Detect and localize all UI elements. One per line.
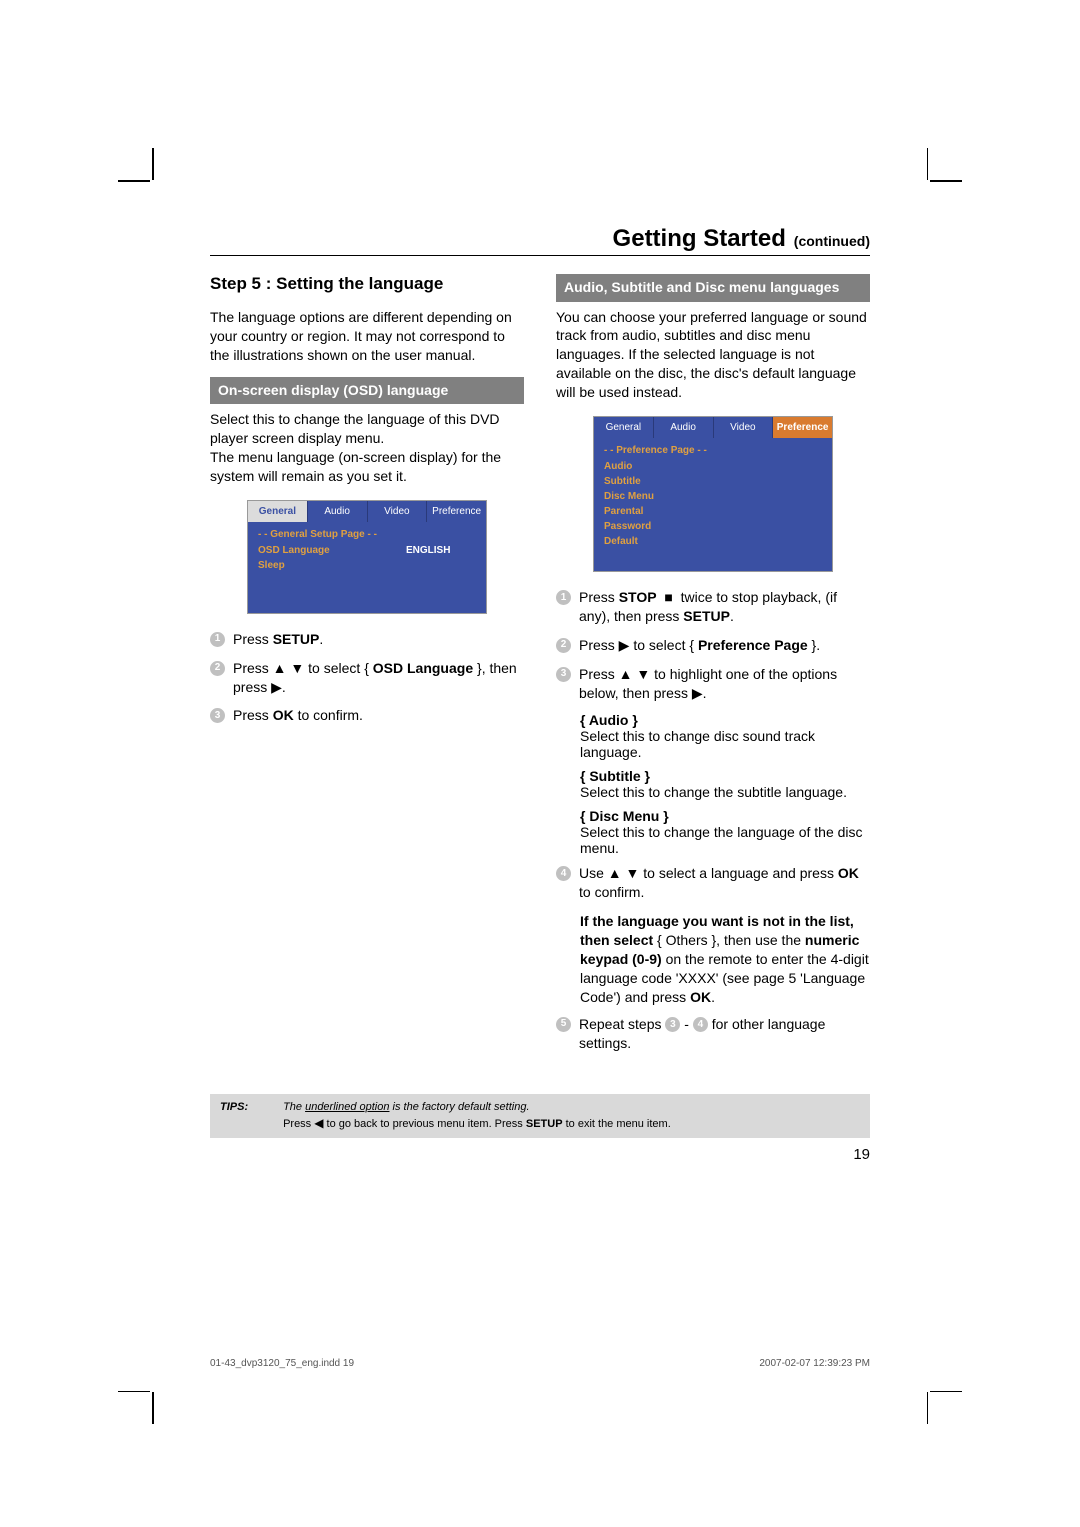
crop-mark bbox=[152, 1392, 154, 1424]
step-number-icon: 1 bbox=[556, 590, 571, 605]
osd-row: Audio bbox=[594, 459, 832, 474]
step-text: Repeat steps 3 - 4 for other language se… bbox=[579, 1015, 870, 1053]
osd-tab-audio: Audio bbox=[654, 417, 714, 438]
osd-row: Sleep bbox=[248, 558, 486, 573]
step-list: 1 Press SETUP. 2 Press ▲ ▼ to select { O… bbox=[210, 630, 524, 726]
tips-line2: Press ◀ to go back to previous menu item… bbox=[283, 1118, 671, 1130]
crop-mark bbox=[152, 148, 154, 180]
left-column: Step 5 : Setting the language The langua… bbox=[210, 274, 524, 1062]
option-block: { Subtitle } Select this to change the s… bbox=[580, 768, 870, 800]
option-block: { Audio } Select this to change disc sou… bbox=[580, 712, 870, 760]
page-title: Getting Started (continued) bbox=[210, 225, 870, 256]
osd-tab-general: General bbox=[594, 417, 654, 438]
osd-tab-preference: Preference bbox=[427, 501, 486, 522]
page-content: Getting Started (continued) Step 5 : Set… bbox=[210, 225, 870, 1163]
osd-tab-general: General bbox=[248, 501, 308, 522]
step-number-icon: 1 bbox=[210, 632, 225, 647]
option-label: { Subtitle } bbox=[580, 768, 870, 784]
option-desc: Select this to change the language of th… bbox=[580, 824, 870, 856]
step-item: 2 Press ▶ to select { Preference Page }. bbox=[556, 636, 870, 655]
step-list: 1 Press STOP ■ twice to stop playback, (… bbox=[556, 588, 870, 702]
step-text: Press ▲ ▼ to select { OSD Language }, th… bbox=[233, 659, 524, 697]
osd-page-title: - - Preference Page - - bbox=[594, 442, 832, 459]
step-number-icon: 4 bbox=[556, 866, 571, 881]
step-item: 1 Press SETUP. bbox=[210, 630, 524, 649]
osd-row: Parental bbox=[594, 504, 832, 519]
crop-mark bbox=[927, 1392, 929, 1424]
step-text: Press SETUP. bbox=[233, 630, 524, 649]
step-item: 3 Press OK to confirm. bbox=[210, 706, 524, 725]
step-number-icon: 3 bbox=[556, 667, 571, 682]
step-heading: Step 5 : Setting the language bbox=[210, 274, 524, 294]
intro-text: The language options are different depen… bbox=[210, 308, 524, 365]
osd-tab-preference: Preference bbox=[773, 417, 832, 438]
osd-tab-video: Video bbox=[368, 501, 428, 522]
osd-tab-video: Video bbox=[714, 417, 774, 438]
osd-row: OSD Language ENGLISH bbox=[248, 543, 486, 558]
osd-page-title: - - General Setup Page - - bbox=[248, 526, 486, 543]
osd-row: Default bbox=[594, 534, 832, 549]
title-main: Getting Started bbox=[613, 225, 786, 252]
step-item: 4 Use ▲ ▼ to select a language and press… bbox=[556, 864, 870, 902]
crop-mark bbox=[118, 1391, 150, 1393]
option-desc: Select this to change disc sound track l… bbox=[580, 728, 870, 760]
section-bar-osd: On-screen display (OSD) language bbox=[210, 377, 524, 405]
step-text: Press ▲ ▼ to highlight one of the option… bbox=[579, 665, 870, 703]
step-item: 1 Press STOP ■ twice to stop playback, (… bbox=[556, 588, 870, 626]
step-text: Press ▶ to select { Preference Page }. bbox=[579, 636, 870, 655]
section-bar-languages: Audio, Subtitle and Disc menu languages bbox=[556, 274, 870, 302]
osd-desc: Select this to change the language of th… bbox=[210, 410, 524, 486]
tips-section: TIPS: The underlined option is the facto… bbox=[210, 1094, 870, 1163]
osd-row: Disc Menu bbox=[594, 489, 832, 504]
step-number-icon: 5 bbox=[556, 1017, 571, 1032]
right-intro: You can choose your preferred language o… bbox=[556, 308, 870, 402]
osd-row: Subtitle bbox=[594, 474, 832, 489]
tips-body: The underlined option is the factory def… bbox=[283, 1100, 853, 1132]
right-column: Audio, Subtitle and Disc menu languages … bbox=[556, 274, 870, 1062]
step-text: Press OK to confirm. bbox=[233, 706, 524, 725]
title-sub: (continued) bbox=[794, 233, 870, 249]
note-text: If the language you want is not in the l… bbox=[580, 912, 870, 1006]
crop-mark bbox=[118, 180, 150, 182]
crop-mark bbox=[930, 1391, 962, 1393]
option-desc: Select this to change the subtitle langu… bbox=[580, 784, 870, 800]
step-text: Press STOP ■ twice to stop playback, (if… bbox=[579, 588, 870, 626]
osd-menu-general: General Audio Video Preference - - Gener… bbox=[247, 500, 487, 614]
step-item: 2 Press ▲ ▼ to select { OSD Language }, … bbox=[210, 659, 524, 697]
crop-mark bbox=[927, 148, 929, 180]
osd-tab-audio: Audio bbox=[308, 501, 368, 522]
option-label: { Disc Menu } bbox=[580, 808, 870, 824]
footer-right: 2007-02-07 12:39:23 PM bbox=[759, 1358, 870, 1369]
step-number-icon: 2 bbox=[210, 661, 225, 676]
osd-row: Password bbox=[594, 519, 832, 534]
option-block: { Disc Menu } Select this to change the … bbox=[580, 808, 870, 856]
tips-label: TIPS: bbox=[220, 1100, 280, 1115]
step-text: Use ▲ ▼ to select a language and press O… bbox=[579, 864, 870, 902]
crop-mark bbox=[930, 180, 962, 182]
option-label: { Audio } bbox=[580, 712, 870, 728]
osd-menu-preference: General Audio Video Preference - - Prefe… bbox=[593, 416, 833, 572]
step-item: 3 Press ▲ ▼ to highlight one of the opti… bbox=[556, 665, 870, 703]
step-number-icon: 3 bbox=[210, 708, 225, 723]
step-number-icon: 2 bbox=[556, 638, 571, 653]
page-number: 19 bbox=[210, 1146, 870, 1163]
step-item: 5 Repeat steps 3 - 4 for other language … bbox=[556, 1015, 870, 1053]
footer-left: 01-43_dvp3120_75_eng.indd 19 bbox=[210, 1358, 354, 1369]
